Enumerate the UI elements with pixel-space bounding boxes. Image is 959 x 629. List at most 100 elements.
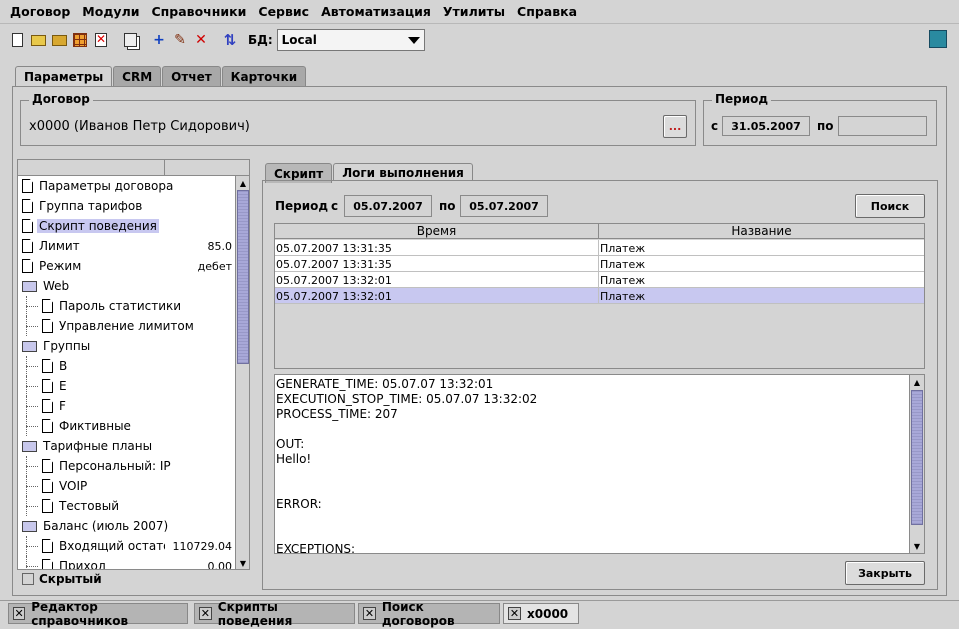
- tab-cards[interactable]: Карточки: [221, 66, 307, 86]
- task-contract-x0000[interactable]: ✕ x0000: [503, 603, 579, 624]
- close-icon[interactable]: ✕: [199, 607, 212, 620]
- scroll-up-icon[interactable]: ▲: [910, 375, 924, 389]
- tree-item-label: E: [59, 379, 67, 393]
- tree-scroll-thumb[interactable]: [237, 190, 249, 364]
- task-label: Поиск договоров: [381, 599, 455, 628]
- tree-header: [18, 160, 249, 176]
- refresh-icon[interactable]: ⇅: [221, 31, 239, 49]
- tree-item-label: Web: [43, 279, 70, 293]
- table-row[interactable]: 05.07.2007 13:32:01 Платеж: [275, 288, 924, 304]
- menu-directories[interactable]: Справочники: [145, 4, 252, 19]
- tree-item[interactable]: F: [18, 396, 249, 416]
- tree-item[interactable]: Входящий остаток 110729.04: [18, 536, 249, 556]
- tree-item-label: Скрипт поведения: [37, 219, 159, 233]
- tree-item[interactable]: Тестовый: [18, 496, 249, 516]
- menu-contract[interactable]: Договор: [4, 4, 76, 19]
- tree-item[interactable]: E: [18, 376, 249, 396]
- search-to-label: по: [439, 199, 456, 213]
- tree-item[interactable]: Скрипт поведения: [18, 216, 249, 236]
- tree-item[interactable]: Приход 0.00: [18, 556, 249, 569]
- table-row[interactable]: 05.07.2007 13:31:35 Платеж: [275, 240, 924, 256]
- close-icon[interactable]: ✕: [363, 607, 376, 620]
- menu-utilities[interactable]: Утилиты: [437, 4, 511, 19]
- tab-report[interactable]: Отчет: [162, 66, 221, 86]
- document-icon: [22, 179, 33, 193]
- tree-item[interactable]: Персональный: IP: [18, 456, 249, 476]
- cell-time: 05.07.2007 13:32:01: [275, 272, 599, 288]
- tab-crm[interactable]: CRM: [113, 66, 162, 86]
- db-select[interactable]: Local: [276, 29, 425, 51]
- tree-item[interactable]: VOIP: [18, 476, 249, 496]
- tree-item[interactable]: Пароль статистики: [18, 296, 249, 316]
- tree-item[interactable]: Режим дебет: [18, 256, 249, 276]
- column-header-time[interactable]: Время: [275, 224, 599, 239]
- tab-parameters[interactable]: Параметры: [15, 66, 113, 87]
- tree-item-label: Группа тарифов: [39, 199, 143, 213]
- tree-item[interactable]: Управление лимитом: [18, 316, 249, 336]
- tree-item-label: B: [59, 359, 68, 373]
- folder-icon[interactable]: [50, 31, 68, 49]
- document-icon: [22, 219, 33, 233]
- task-behavior-scripts[interactable]: ✕ Скрипты поведения: [194, 600, 355, 628]
- log-output[interactable]: GENERATE_TIME: 05.07.07 13:32:01 EXECUTI…: [274, 374, 925, 554]
- table-row[interactable]: 05.07.2007 13:31:35 Платеж: [275, 256, 924, 272]
- cell-time: 05.07.2007 13:31:35: [275, 256, 599, 272]
- menu-service[interactable]: Сервис: [252, 4, 315, 19]
- log-scrollbar[interactable]: ▲ ▼: [909, 375, 924, 553]
- cell-name: Платеж: [600, 241, 646, 255]
- scroll-down-icon[interactable]: ▼: [910, 539, 924, 553]
- hidden-checkbox[interactable]: [22, 573, 34, 585]
- table-icon[interactable]: [71, 31, 89, 49]
- menu-modules[interactable]: Модули: [76, 4, 145, 19]
- tab-execution-logs[interactable]: Логи выполнения: [333, 163, 473, 181]
- exit-icon[interactable]: [929, 30, 947, 48]
- tree-item[interactable]: Группы: [18, 336, 249, 356]
- delete-icon[interactable]: [92, 31, 110, 49]
- tree-item-label: VOIP: [59, 479, 88, 493]
- tree-item[interactable]: Лимит 85.0: [18, 236, 249, 256]
- close-button[interactable]: Закрыть: [845, 561, 925, 585]
- hidden-checkbox-row[interactable]: Скрытый: [22, 572, 102, 586]
- task-label: Скрипты поведения: [217, 599, 293, 628]
- search-to-field[interactable]: 05.07.2007: [460, 195, 548, 217]
- log-scroll-thumb[interactable]: [911, 390, 923, 525]
- tree-item[interactable]: Группа тарифов: [18, 196, 249, 216]
- tree-item-label: Баланс (июль 2007): [43, 519, 169, 533]
- add-icon[interactable]: +: [150, 31, 168, 49]
- period-to-label: по: [817, 119, 834, 133]
- edit-icon[interactable]: ✎: [171, 31, 189, 49]
- tree-item[interactable]: Баланс (июль 2007): [18, 516, 249, 536]
- task-directory-editor[interactable]: ✕ Редактор справочников: [8, 600, 188, 628]
- tree-item[interactable]: Тарифные планы: [18, 436, 249, 456]
- chevron-down-icon: [407, 36, 420, 44]
- period-from-label: с: [711, 119, 719, 133]
- task-contract-search[interactable]: ✕ Поиск договоров: [358, 600, 500, 628]
- menu-automation[interactable]: Автоматизация: [315, 4, 437, 19]
- document-icon: [42, 459, 53, 473]
- period-to-field[interactable]: [838, 116, 927, 136]
- document-icon: [42, 359, 53, 373]
- contract-browse-button[interactable]: ...: [663, 115, 687, 138]
- close-icon[interactable]: ✕: [13, 607, 26, 620]
- tree-item[interactable]: Фиктивные: [18, 416, 249, 436]
- table-row[interactable]: 05.07.2007 13:32:01 Платеж: [275, 272, 924, 288]
- open-folder-icon[interactable]: [29, 31, 47, 49]
- db-label: БД:: [248, 33, 273, 47]
- tree-item[interactable]: Web: [18, 276, 249, 296]
- document-icon: [42, 299, 53, 313]
- tree-item[interactable]: Параметры договора: [18, 176, 249, 196]
- scroll-down-icon[interactable]: ▼: [236, 556, 249, 569]
- search-button[interactable]: Поиск: [855, 194, 925, 218]
- remove-icon[interactable]: ✕: [192, 31, 210, 49]
- scroll-up-icon[interactable]: ▲: [236, 176, 249, 190]
- hidden-checkbox-label: Скрытый: [39, 572, 102, 586]
- new-document-icon[interactable]: [8, 31, 26, 49]
- menu-help[interactable]: Справка: [511, 4, 583, 19]
- close-icon[interactable]: ✕: [508, 607, 521, 620]
- tree-item[interactable]: B: [18, 356, 249, 376]
- search-from-field[interactable]: 05.07.2007: [344, 195, 432, 217]
- period-from-field[interactable]: 31.05.2007: [722, 116, 810, 136]
- tree-scrollbar[interactable]: ▲ ▼: [235, 176, 249, 569]
- copy-icon[interactable]: [121, 31, 139, 49]
- column-header-name[interactable]: Название: [599, 224, 924, 239]
